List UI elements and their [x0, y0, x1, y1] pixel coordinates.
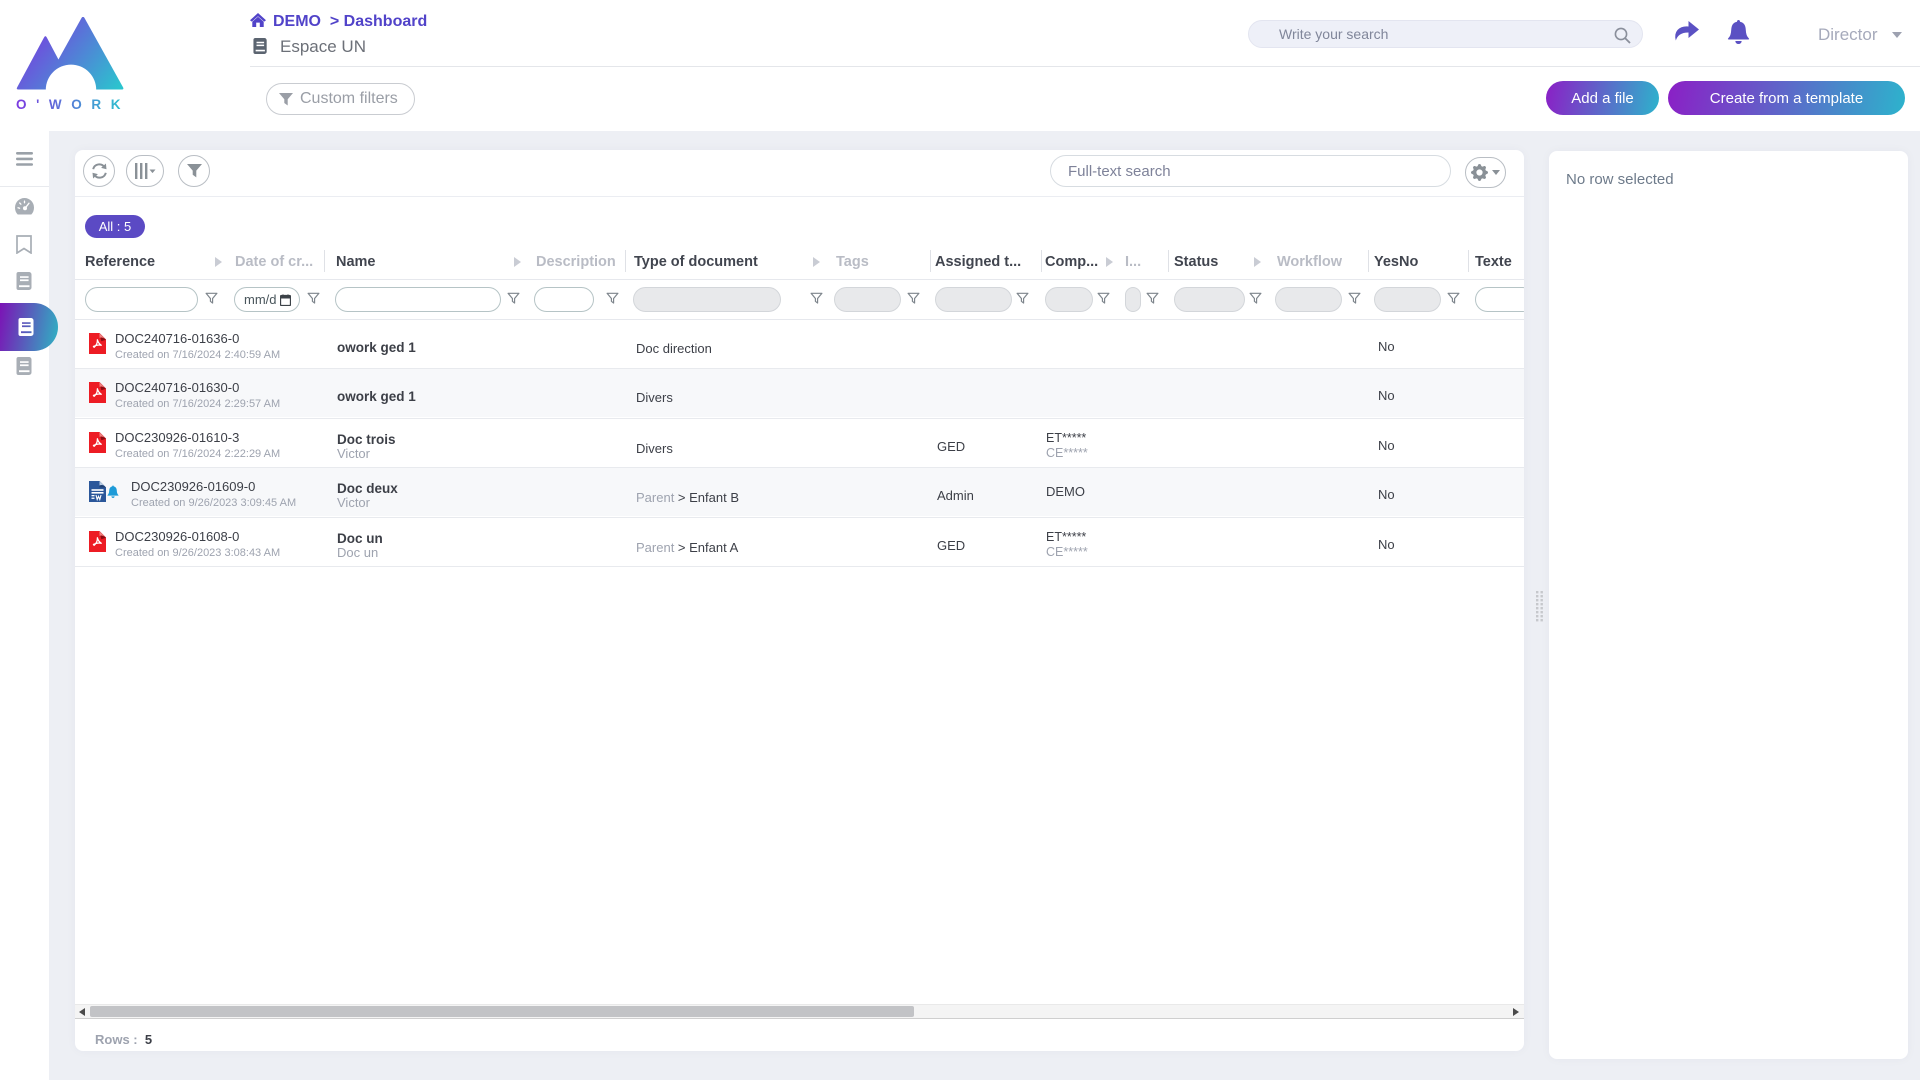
- svg-text:O'WORK: O'WORK: [16, 97, 125, 111]
